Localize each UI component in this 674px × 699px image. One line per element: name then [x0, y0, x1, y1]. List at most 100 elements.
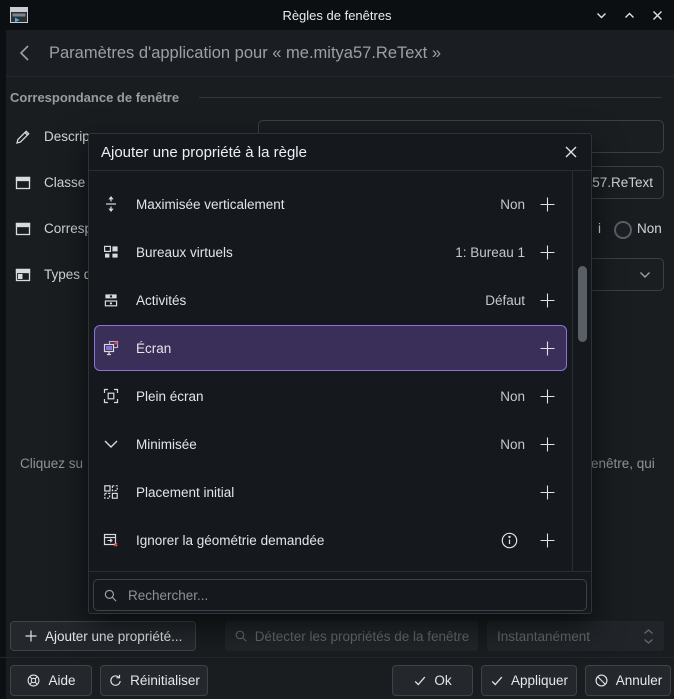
initial-placement-icon: [102, 483, 120, 501]
add-icon[interactable]: [539, 292, 556, 309]
add-icon[interactable]: [539, 340, 556, 357]
detect-properties-label: Détecter les propriétés de la fenêtre: [255, 629, 470, 644]
property-label: Maximisée verticalement: [136, 197, 500, 212]
detect-properties-button[interactable]: Détecter les propriétés de la fenêtre: [225, 621, 478, 651]
add-property-label: Ajouter une propriété...: [45, 629, 182, 644]
close-window-icon[interactable]: [651, 9, 664, 22]
undo-icon: [108, 673, 123, 688]
property-row-maximized-vertically[interactable]: Maximisée verticalement Non: [94, 181, 567, 227]
property-list: Maximisée verticalement Non Bureaux virt…: [94, 181, 567, 565]
property-row-screen[interactable]: Écran: [94, 325, 567, 371]
property-label: Plein écran: [136, 389, 500, 404]
info-icon[interactable]: [500, 531, 519, 550]
cancel-icon: [594, 673, 609, 688]
search-divider: [89, 571, 591, 572]
activities-icon: [102, 291, 120, 309]
window-class-icon: [14, 174, 32, 192]
add-icon[interactable]: [539, 196, 556, 213]
window-edge: [0, 30, 6, 699]
instant-combobox[interactable]: Instantanément: [487, 621, 664, 651]
property-row-virtual-desktops[interactable]: Bureaux virtuels 1: Bureau 1: [94, 229, 567, 275]
instant-label: Instantanément: [497, 629, 590, 644]
virtual-desktops-icon: [102, 243, 120, 261]
footer-divider: [0, 657, 674, 658]
window-class-value: a57.ReText: [585, 175, 653, 190]
window-rules-dialog: Règles de fenêtres Paramètres d'applicat…: [0, 0, 674, 699]
screen-icon: [102, 339, 120, 357]
add-icon[interactable]: [539, 436, 556, 453]
scrollbar-track-divider: [572, 170, 573, 571]
maximized-vertically-icon: [102, 195, 120, 213]
minimize-window-icon[interactable]: [595, 9, 608, 22]
search-input[interactable]: [126, 587, 577, 604]
plus-icon: [24, 629, 38, 643]
search-icon: [234, 629, 248, 643]
apply-button[interactable]: Appliquer: [481, 665, 577, 696]
minimized-icon: [102, 435, 120, 453]
reset-button[interactable]: Réinitialiser: [100, 665, 208, 696]
window-types-icon: [14, 266, 32, 284]
window-types-label: Types d: [44, 267, 91, 282]
hint-text-right: enêtre, qui: [591, 456, 655, 471]
fullscreen-icon: [102, 387, 120, 405]
reset-label: Réinitialiser: [130, 673, 200, 688]
app-icon: [10, 7, 28, 23]
property-value: 1: Bureau 1: [455, 245, 525, 260]
property-row-initial-placement[interactable]: Placement initial: [94, 469, 567, 515]
radio-oui-label-clipped: i: [598, 221, 601, 236]
property-row-ignore-geometry[interactable]: Ignorer la géométrie demandée: [94, 517, 567, 563]
add-icon[interactable]: [539, 484, 556, 501]
edit-icon: [14, 128, 32, 146]
ignore-geometry-icon: [102, 531, 120, 549]
cancel-button[interactable]: Annuler: [585, 665, 671, 696]
property-label: Écran: [136, 341, 525, 356]
property-row-fullscreen[interactable]: Plein écran Non: [94, 373, 567, 419]
property-value: Défaut: [485, 293, 525, 308]
property-value: Non: [500, 437, 525, 452]
hint-text-left: Cliquez su: [20, 456, 83, 471]
ok-button[interactable]: Ok: [392, 665, 473, 696]
radio-non[interactable]: [614, 221, 632, 239]
popup-title: Ajouter une propriété à la règle: [101, 144, 563, 161]
add-property-popup: Ajouter une propriété à la règle Maximis…: [88, 133, 592, 614]
apply-label: Appliquer: [511, 673, 568, 688]
help-label: Aide: [48, 673, 75, 688]
property-label: Minimisée: [136, 437, 500, 452]
page-header: Paramètres d'application pour « me.mitya…: [0, 30, 674, 77]
checkmark-icon: [490, 674, 504, 688]
window-title: Règles de fenêtres: [0, 8, 674, 23]
add-icon[interactable]: [539, 244, 556, 261]
property-value: Non: [500, 197, 525, 212]
help-button[interactable]: Aide: [10, 665, 92, 696]
whole-class-match-label: Corresp: [44, 221, 92, 236]
property-value: Non: [500, 389, 525, 404]
section-divider: [199, 97, 662, 98]
add-property-button[interactable]: Ajouter une propriété...: [10, 621, 196, 651]
section-title: Correspondance de fenêtre: [10, 90, 179, 105]
property-row-minimized[interactable]: Minimisée Non: [94, 421, 567, 467]
radio-non-label: Non: [637, 221, 662, 236]
popup-header: Ajouter une propriété à la règle: [89, 134, 591, 171]
scrollbar-thumb[interactable]: [578, 266, 587, 342]
close-icon[interactable]: [563, 144, 579, 160]
add-icon[interactable]: [539, 532, 556, 549]
lifebuoy-icon: [26, 673, 41, 688]
property-label: Bureaux virtuels: [136, 245, 455, 260]
back-button[interactable]: [16, 43, 34, 63]
titlebar: Règles de fenêtres: [0, 0, 674, 30]
property-row-activities[interactable]: Activités Défaut: [94, 277, 567, 323]
add-icon[interactable]: [539, 388, 556, 405]
search-icon: [103, 588, 118, 603]
property-label: Ignorer la géométrie demandée: [136, 533, 486, 548]
checkmark-icon: [413, 674, 427, 688]
cancel-label: Annuler: [616, 673, 663, 688]
property-search-field[interactable]: [93, 579, 587, 611]
spinner-arrows-icon: [643, 629, 654, 644]
maximize-window-icon[interactable]: [623, 9, 636, 22]
description-label: Descrip: [44, 129, 90, 144]
ok-label: Ok: [434, 673, 451, 688]
property-label: Activités: [136, 293, 485, 308]
property-label: Placement initial: [136, 485, 525, 500]
page-title: Paramètres d'application pour « me.mitya…: [49, 44, 441, 63]
chevron-down-icon: [639, 271, 651, 279]
